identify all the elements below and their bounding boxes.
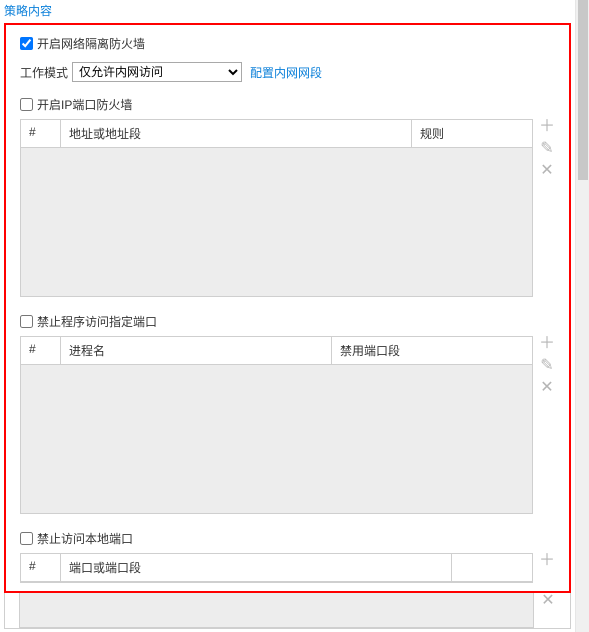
- program-port-checkbox[interactable]: [20, 315, 33, 328]
- add-icon[interactable]: ＋: [539, 119, 555, 135]
- add-icon[interactable]: ＋: [539, 336, 555, 352]
- config-intranet-link[interactable]: 配置内网网段: [250, 64, 322, 81]
- enable-firewall-label: 开启网络隔离防火墙: [37, 35, 145, 52]
- scrollbar-thumb[interactable]: [578, 0, 588, 180]
- lp-col-port: 端口或端口段: [61, 554, 452, 581]
- ip-col-address: 地址或地址段: [61, 120, 412, 147]
- local-port-label: 禁止访问本地端口: [37, 530, 133, 547]
- ip-table-body: [21, 148, 532, 296]
- ip-port-section: 开启IP端口防火墙 # 地址或地址段 规则 ＋ ✎ ✕: [20, 96, 555, 297]
- policy-content-header[interactable]: 策略内容: [0, 0, 575, 23]
- pp-table-body: [21, 365, 532, 513]
- ip-col-rule: 规则: [412, 120, 532, 147]
- ip-port-label: 开启IP端口防火墙: [37, 96, 132, 113]
- work-mode-select[interactable]: 仅允许内网访问: [72, 62, 242, 82]
- work-mode-label: 工作模式: [20, 64, 68, 81]
- pp-col-port: 禁用端口段: [332, 337, 532, 364]
- program-port-table: # 进程名 禁用端口段: [20, 336, 533, 514]
- edit-icon[interactable]: ✎: [539, 358, 555, 374]
- pp-col-process: 进程名: [61, 337, 332, 364]
- add-icon[interactable]: ＋: [539, 553, 555, 569]
- lp-table-body: [20, 593, 533, 627]
- enable-firewall-checkbox[interactable]: [20, 37, 33, 50]
- vertical-scrollbar[interactable]: [575, 0, 589, 632]
- pp-col-index: #: [21, 337, 61, 364]
- policy-highlight-box: 开启网络隔离防火墙 工作模式 仅允许内网访问 配置内网网段 开启IP端口防火墙 …: [4, 23, 571, 593]
- local-port-table: # 端口或端口段: [20, 553, 533, 583]
- local-port-section: 禁止访问本地端口 # 端口或端口段 ＋: [20, 530, 555, 583]
- lp-col-index: #: [21, 554, 61, 581]
- program-port-label: 禁止程序访问指定端口: [37, 313, 157, 330]
- delete-icon[interactable]: ✕: [539, 163, 555, 179]
- ip-port-table: # 地址或地址段 规则: [20, 119, 533, 297]
- delete-icon[interactable]: ✕: [539, 380, 555, 396]
- delete-icon[interactable]: ✕: [540, 593, 556, 609]
- local-port-checkbox[interactable]: [20, 532, 33, 545]
- edit-icon[interactable]: ✎: [539, 141, 555, 157]
- lp-col-empty: [452, 554, 532, 581]
- ip-port-checkbox[interactable]: [20, 98, 33, 111]
- ip-col-index: #: [21, 120, 61, 147]
- program-port-section: 禁止程序访问指定端口 # 进程名 禁用端口段 ＋ ✎ ✕: [20, 313, 555, 514]
